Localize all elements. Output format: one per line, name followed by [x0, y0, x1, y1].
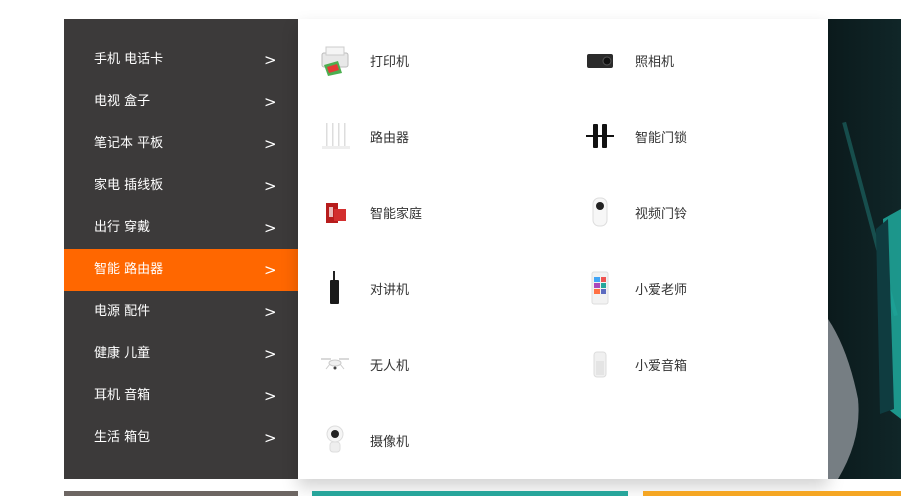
product-name: 视频门铃: [635, 207, 688, 222]
chevron-right-icon: >: [264, 429, 277, 447]
xiaoai-teacher-icon: [583, 271, 617, 305]
chevron-right-icon: >: [264, 261, 277, 279]
category-label: 耳机 音箱: [94, 388, 151, 403]
product-xiaoai-speaker[interactable]: 小爱音箱: [563, 325, 813, 401]
category-label: 电源 配件: [94, 304, 151, 319]
security-camera-icon: [318, 423, 352, 457]
xiaoai-speaker-icon: [583, 347, 617, 381]
category-item-phone[interactable]: 手机 电话卡 >: [64, 39, 298, 81]
walkie-talkie-icon: [318, 271, 352, 305]
product-printer[interactable]: 打印机: [298, 21, 548, 97]
product-router[interactable]: 路由器: [298, 97, 548, 173]
chevron-right-icon: >: [264, 387, 277, 405]
category-item-audio[interactable]: 耳机 音箱 >: [64, 375, 298, 417]
product-name: 小爱音箱: [635, 359, 688, 374]
chevron-right-icon: >: [264, 177, 277, 195]
product-name: 打印机: [370, 55, 410, 70]
category-item-appliance[interactable]: 家电 插线板 >: [64, 165, 298, 207]
category-label: 电视 盒子: [94, 94, 151, 109]
printer-icon: [318, 43, 352, 77]
product-camera[interactable]: 照相机: [563, 21, 813, 97]
banner-strip: [64, 491, 298, 496]
product-smart-home[interactable]: 智能家庭: [298, 173, 548, 249]
category-item-power[interactable]: 电源 配件 >: [64, 291, 298, 333]
smart-home-icon: [318, 195, 352, 229]
product-walkie-talkie[interactable]: 对讲机: [298, 249, 548, 325]
product-video-doorbell[interactable]: 视频门铃: [563, 173, 813, 249]
category-label: 手机 电话卡: [94, 52, 164, 67]
chevron-right-icon: >: [264, 303, 277, 321]
router-icon: [318, 119, 352, 153]
category-label: 出行 穿戴: [94, 220, 151, 235]
category-label: 健康 儿童: [94, 346, 151, 361]
chevron-right-icon: >: [264, 51, 277, 69]
category-item-tv[interactable]: 电视 盒子 >: [64, 81, 298, 123]
category-label: 笔记本 平板: [94, 136, 164, 151]
hero-banner-image[interactable]: [828, 19, 901, 479]
product-name: 小爱老师: [635, 283, 688, 298]
category-label: 生活 箱包: [94, 430, 151, 445]
product-door-lock[interactable]: 智能门锁: [563, 97, 813, 173]
banner-strip: [643, 491, 901, 496]
product-name: 智能门锁: [635, 131, 688, 146]
drone-icon: [318, 347, 352, 381]
chevron-right-icon: >: [264, 93, 277, 111]
category-item-life[interactable]: 生活 箱包 >: [64, 417, 298, 459]
product-xiaoai-teacher[interactable]: 小爱老师: [563, 249, 813, 325]
chevron-right-icon: >: [264, 219, 277, 237]
product-name: 无人机: [370, 359, 410, 374]
category-item-travel[interactable]: 出行 穿戴 >: [64, 207, 298, 249]
product-drone[interactable]: 无人机: [298, 325, 548, 401]
category-item-laptop[interactable]: 笔记本 平板 >: [64, 123, 298, 165]
product-name: 智能家庭: [370, 207, 423, 222]
door-lock-icon: [583, 119, 617, 153]
product-name: 路由器: [370, 131, 410, 146]
chevron-right-icon: >: [264, 345, 277, 363]
product-name: 对讲机: [370, 283, 410, 298]
chevron-right-icon: >: [264, 135, 277, 153]
submenu-panel: 打印机 路由器 智能家庭 对讲机 无人机 摄像机 照相机 智能门锁 视频门铃 小…: [298, 19, 828, 479]
category-item-smart-router[interactable]: 智能 路由器 >: [64, 249, 298, 291]
camera-icon: [583, 43, 617, 77]
category-sidebar: 手机 电话卡 > 电视 盒子 > 笔记本 平板 > 家电 插线板 > 出行 穿戴…: [64, 19, 298, 479]
banner-strip: [312, 491, 628, 496]
category-label: 智能 路由器: [94, 262, 164, 277]
category-item-health[interactable]: 健康 儿童 >: [64, 333, 298, 375]
product-name: 摄像机: [370, 435, 410, 450]
product-name: 照相机: [635, 55, 675, 70]
product-security-camera[interactable]: 摄像机: [298, 401, 548, 477]
video-doorbell-icon: [583, 195, 617, 229]
category-label: 家电 插线板: [94, 178, 164, 193]
